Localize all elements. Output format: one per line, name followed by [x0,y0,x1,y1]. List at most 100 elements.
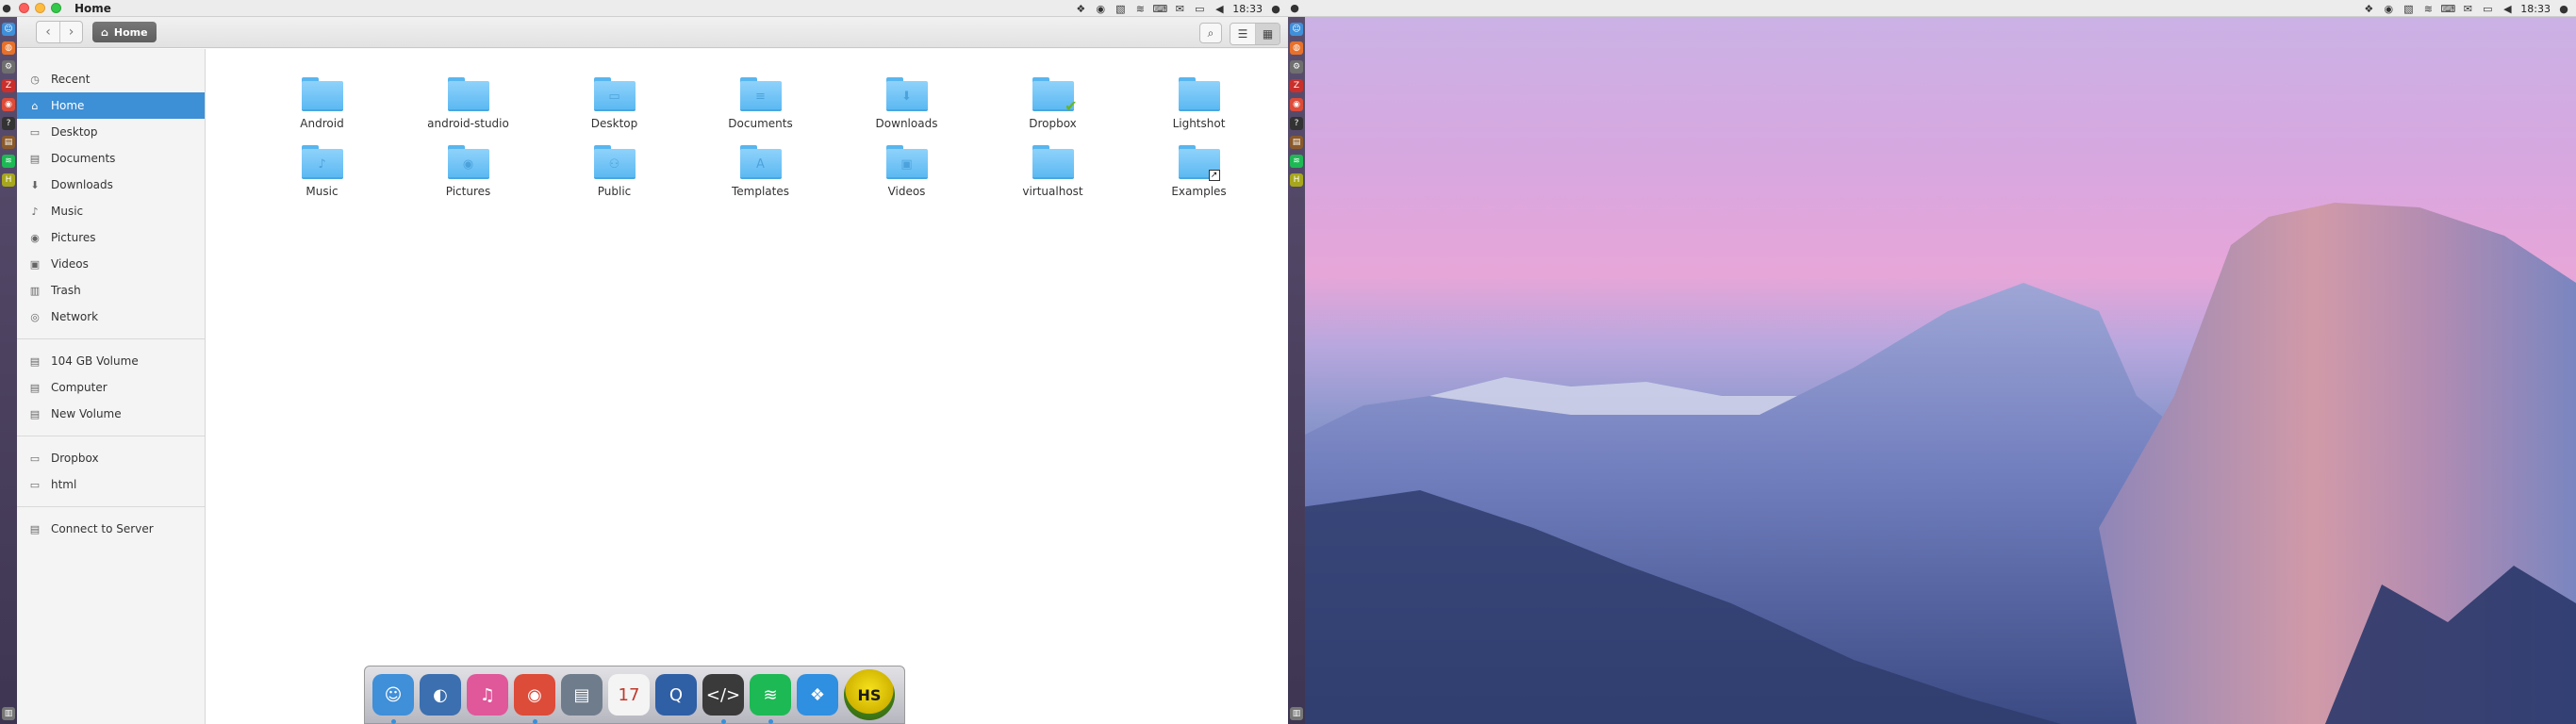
mail-icon[interactable]: ✉ [2461,3,2474,15]
sidebar-item-recent[interactable]: ◷ Recent [17,66,205,92]
dock-scanner-icon[interactable]: ▤ [561,674,603,716]
help-launcher-icon[interactable]: ? [1290,117,1303,130]
code-launcher-icon[interactable]: ▤ [2,136,15,149]
sidebar-item-documents[interactable]: ▤ Documents [17,145,205,172]
sidebar-item-html[interactable]: ▭ html [17,471,205,498]
dock-finder-icon[interactable]: ☺ [372,674,414,724]
folder-item[interactable]: ▣ Videos [834,143,980,198]
code-launcher-icon[interactable]: ▤ [1290,136,1303,149]
spotify-launcher-icon[interactable]: ≋ [1290,155,1303,168]
finder-launcher-icon[interactable]: ☺ [1290,23,1303,36]
apple-menu-icon[interactable]: ● [2557,3,2570,15]
dock-spotify-icon[interactable]: ≋ [750,674,791,724]
dropbox-tray-icon[interactable]: ❖ [1074,3,1087,15]
folder-item[interactable]: ♪ Music [249,143,395,198]
folder-emblem-icon: ≡ [755,89,766,104]
path-home-button[interactable]: ⌂ Home [92,22,157,42]
sidebar-item-network[interactable]: ◎ Network [17,304,205,330]
apple-icon[interactable]: ● [1288,2,1301,14]
grid-view-button[interactable]: ▦ [1255,24,1280,44]
filezilla-launcher-icon[interactable]: Z [1290,79,1303,92]
search-icon: ⌕ [1207,25,1214,40]
wifi-icon[interactable]: ≋ [2421,3,2435,15]
battery-icon[interactable]: ▭ [2481,3,2494,15]
folder-item[interactable]: virtualhost [980,143,1126,198]
sidebar-item-dropbox[interactable]: ▭ Dropbox [17,445,205,471]
dock-hs-icon[interactable]: HS [844,669,895,720]
list-view-button[interactable]: ☰ [1230,24,1255,44]
trash-launcher-icon[interactable]: ▥ [2,707,15,720]
sidebar-item-trash[interactable]: ▥ Trash [17,277,205,304]
sidebar-item-computer[interactable]: ▤ Computer [17,374,205,401]
hs-launcher-icon[interactable]: H [1290,173,1303,187]
firefox-launcher-icon[interactable]: ◍ [1290,41,1303,55]
chrome-tray-icon[interactable]: ◉ [1094,3,1107,15]
back-button[interactable]: ‹ [37,22,59,42]
sidebar-item-new-volume[interactable]: ▤ New Volume [17,401,205,427]
sidebar-item-connect-to-server[interactable]: ▤ Connect to Server [17,516,205,542]
sidebar-item-videos[interactable]: ▣ Videos [17,251,205,277]
dock-browser-icon[interactable]: ◐ [420,674,461,716]
folder-item[interactable]: ↗ Examples [1126,143,1272,198]
dropbox-tray-icon[interactable]: ❖ [2362,3,2375,15]
forward-button[interactable]: › [59,22,82,42]
volume-icon[interactable]: ◀ [2501,3,2514,15]
folder-item[interactable]: ◉ Pictures [395,143,541,198]
minimize-button[interactable] [35,3,45,13]
battery-icon[interactable]: ▭ [1193,3,1206,15]
dock-calendar-icon[interactable]: 17 [608,674,650,716]
mail-icon[interactable]: ✉ [1173,3,1186,15]
clock[interactable]: 18:33 [1232,3,1263,15]
hs-launcher-icon[interactable]: H [2,173,15,187]
clock[interactable]: 18:33 [2520,3,2551,15]
trash-launcher-icon[interactable]: ▥ [1290,707,1303,720]
spotify-launcher-icon[interactable]: ≋ [2,155,15,168]
help-launcher-icon[interactable]: ? [2,117,15,130]
sidebar-item-label: Documents [51,152,116,165]
folder-item[interactable]: ⚇ Public [541,143,687,198]
folder-item[interactable]: Android [249,75,395,130]
folder-item[interactable]: ≡ Documents [687,75,834,130]
finder-launcher-icon[interactable]: ☺ [2,23,15,36]
chrome-tray-icon[interactable]: ◉ [2382,3,2395,15]
chrome-launcher-icon[interactable]: ◉ [2,98,15,111]
file-view: Android android-studio ▭ Desktop ≡ Documents ⬇… [206,49,1288,724]
image-tray-icon[interactable]: ▧ [1114,3,1127,15]
dock-chrome-icon[interactable]: ◉ [514,674,555,724]
dock-glyph: 17 [618,684,640,705]
filezilla-launcher-icon[interactable]: Z [2,79,15,92]
search-button[interactable]: ⌕ [1199,23,1222,43]
dock-code-editor-icon[interactable]: </> [702,674,744,724]
dock-quicktime-icon[interactable]: Q [655,674,697,716]
volume-icon[interactable]: ◀ [1213,3,1226,15]
download-icon: ⬇ [30,178,40,191]
close-button[interactable] [19,3,29,13]
dock-itunes-icon[interactable]: ♫ [467,674,508,716]
image-tray-icon[interactable]: ▧ [2402,3,2415,15]
document-icon: ▤ [29,152,41,165]
chrome-launcher-icon[interactable]: ◉ [1290,98,1303,111]
folder-item[interactable]: android-studio [395,75,541,130]
maximize-button[interactable] [51,3,61,13]
keyboard-icon[interactable]: ⌨ [2440,3,2455,15]
sidebar-item-music[interactable]: ♪ Music [17,198,205,224]
sidebar-item-home[interactable]: ⌂ Home [17,92,205,119]
folder-item[interactable]: ✔ Dropbox [980,75,1126,130]
apple-menu-icon[interactable]: ● [1269,3,1282,15]
folder-item[interactable]: A Templates [687,143,834,198]
wifi-icon[interactable]: ≋ [1133,3,1147,15]
folder-item[interactable]: Lightshot [1126,75,1272,130]
settings-launcher-icon[interactable]: ⚙ [2,60,15,74]
sidebar-item-downloads[interactable]: ⬇ Downloads [17,172,205,198]
firefox-launcher-icon[interactable]: ◍ [2,41,15,55]
sidebar-item-104-gb-volume[interactable]: ▤ 104 GB Volume [17,348,205,374]
folder-name: Videos [887,185,926,198]
apple-icon[interactable]: ● [0,2,13,14]
folder-item[interactable]: ⬇ Downloads [834,75,980,130]
sidebar-item-pictures[interactable]: ◉ Pictures [17,224,205,251]
settings-launcher-icon[interactable]: ⚙ [1290,60,1303,74]
folder-item[interactable]: ▭ Desktop [541,75,687,130]
keyboard-icon[interactable]: ⌨ [1152,3,1167,15]
dock-dropbox-icon[interactable]: ❖ [797,674,838,716]
sidebar-item-desktop[interactable]: ▭ Desktop [17,119,205,145]
